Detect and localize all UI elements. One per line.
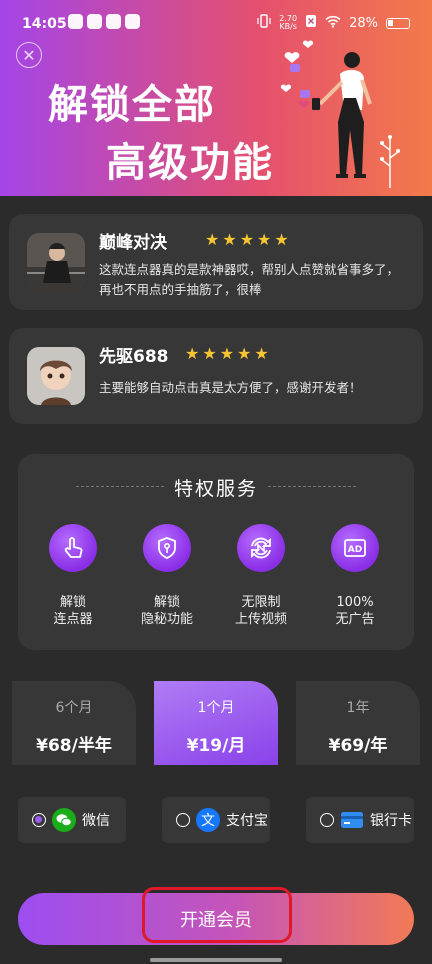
status-time: 14:05	[22, 16, 67, 32]
privilege-label-line1: 无限制	[241, 595, 281, 610]
review-card: 先驱688 ★★★★★ 主要能够自动点击真是太方便了，感谢开发者！	[9, 328, 423, 424]
home-indicator	[150, 958, 282, 962]
network-speed: 2.70 KB/s	[279, 15, 297, 31]
alipay-icon: 文	[196, 808, 220, 832]
hero-illustration	[280, 40, 400, 188]
payment-label: 银行卡	[370, 813, 412, 829]
notification-app-icon	[68, 14, 83, 29]
payment-label: 微信	[82, 813, 110, 829]
shield-icon	[143, 524, 191, 572]
plan-option-1-month[interactable]: 1个月 ¥19/月	[154, 681, 278, 765]
privilege-label-line1: 100%	[336, 595, 374, 610]
avatar	[27, 347, 85, 405]
no-ad-icon: AD	[331, 524, 379, 572]
privilege-label-line1: 解锁	[153, 595, 180, 610]
highlight-box	[142, 887, 292, 943]
close-icon: ✕	[22, 45, 36, 65]
hero-title-line2: 高级功能	[106, 140, 274, 186]
review-card: 巅峰对决 ★★★★★ 这款连点器真的是款神器哎，帮别人点赞就省事多了，再也不用点…	[9, 214, 423, 310]
plan-price: ¥19/月	[186, 736, 246, 756]
plan-price: ¥68/半年	[36, 736, 112, 756]
privilege-label-line2: 上传视频	[234, 612, 287, 627]
status-app-icons	[68, 14, 140, 29]
network-speed-unit: KB/s	[279, 22, 297, 31]
tiktok-icon	[87, 14, 102, 29]
privilege-label-line2: 无广告	[335, 612, 375, 627]
radio-button[interactable]	[320, 813, 334, 827]
weibo-icon	[106, 14, 121, 29]
privileges-panel: 特权服务 解锁 连点器 解锁 隐秘功能 无限制 上传视频 AD 100% 无广告	[18, 454, 414, 650]
star-rating: ★★★★★	[205, 230, 292, 249]
payment-option-bank-card[interactable]: 银行卡	[306, 797, 414, 843]
payment-option-wechat[interactable]: 微信	[18, 797, 126, 843]
svg-text:AD: AD	[348, 545, 362, 555]
wechat-icon	[52, 808, 76, 832]
refresh-n-icon	[237, 524, 285, 572]
privilege-label-line1: 解锁	[59, 595, 86, 610]
hand-tap-icon	[49, 524, 97, 572]
vibrate-icon	[257, 14, 271, 32]
plan-duration: 1年	[346, 700, 370, 716]
plan-price: ¥69/年	[328, 736, 388, 756]
privilege-item: 无限制 上传视频	[216, 524, 306, 628]
reviewer-name: 先驱688	[99, 347, 169, 367]
notification-app-icon	[125, 14, 140, 29]
review-text: 这款连点器真的是款神器哎，帮别人点赞就省事多了，再也不用点的手抽筋了，很棒	[99, 262, 400, 297]
svg-text:文: 文	[201, 813, 215, 829]
privilege-label-line2: 隐秘功能	[140, 612, 193, 627]
radio-button[interactable]	[32, 813, 46, 827]
privileges-title: 特权服务	[173, 478, 258, 500]
status-indicators: 2.70 KB/s 28%	[257, 14, 410, 32]
battery-percent: 28%	[349, 15, 378, 31]
payment-label: 支付宝	[226, 813, 268, 829]
reviewer-name: 巅峰对决	[99, 233, 167, 253]
radio-button[interactable]	[176, 813, 190, 827]
no-sim-icon	[305, 14, 317, 32]
privilege-item: 解锁 连点器	[28, 524, 118, 628]
close-button[interactable]: ✕	[16, 42, 42, 68]
privilege-item: AD 100% 无广告	[310, 524, 400, 628]
privilege-label-line2: 连点器	[53, 612, 93, 627]
battery-icon	[386, 17, 410, 29]
hero-title-line1: 解锁全部	[48, 82, 216, 128]
bank-card-icon	[341, 812, 363, 828]
review-text: 主要能够自动点击真是太方便了，感谢开发者！	[99, 380, 362, 395]
plan-option-1-year[interactable]: 1年 ¥69/年	[296, 681, 420, 765]
avatar	[27, 233, 85, 291]
plan-duration: 1个月	[197, 700, 235, 716]
payment-option-alipay[interactable]: 文 支付宝	[162, 797, 270, 843]
plan-duration: 6个月	[55, 700, 93, 716]
wifi-icon	[325, 15, 341, 32]
star-rating: ★★★★★	[185, 344, 272, 363]
privilege-item: 解锁 隐秘功能	[122, 524, 212, 628]
hero-banner: 14:05 2.70 KB/s 28% ✕ 解锁全部 高级功能	[0, 0, 432, 196]
plan-option-6-months[interactable]: 6个月 ¥68/半年	[12, 681, 136, 765]
